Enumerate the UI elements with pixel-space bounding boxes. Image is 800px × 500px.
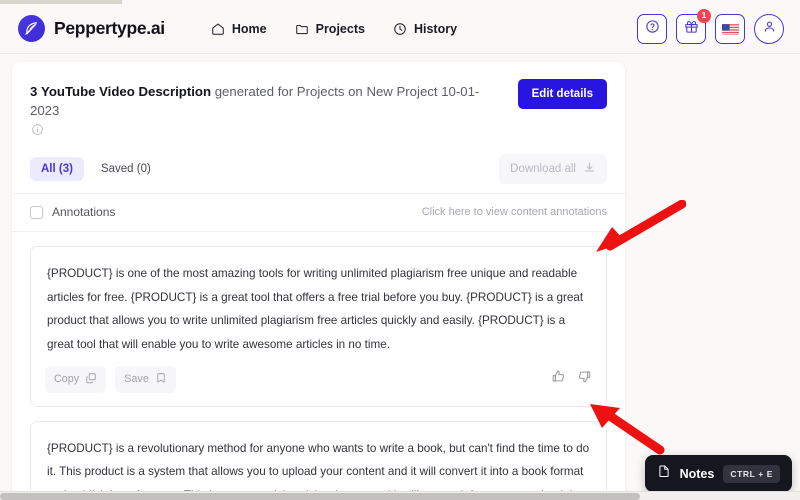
- generated-content-list: {PRODUCT} is one of the most amazing too…: [12, 232, 625, 500]
- tab-all[interactable]: All (3): [30, 157, 84, 182]
- nav-item-history[interactable]: History: [393, 22, 457, 36]
- content-type-label: YouTube Video Description: [41, 84, 212, 99]
- info-icon[interactable]: [31, 123, 607, 141]
- content-panel: 3 YouTube Video Description generated fo…: [12, 62, 625, 500]
- annotations-label: Annotations: [52, 205, 116, 220]
- rewards-gift-button[interactable]: 1: [676, 8, 711, 44]
- nav-item-projects[interactable]: Projects: [295, 22, 365, 36]
- tab-saved[interactable]: Saved (0): [90, 157, 162, 181]
- content-card[interactable]: {PRODUCT} is a revolutionary method for …: [30, 420, 607, 500]
- app-root: Peppertype.ai Home Projects History 1 3 …: [0, 0, 800, 500]
- nav-item-home[interactable]: Home: [211, 22, 267, 36]
- notes-widget-button[interactable]: Notes CTRL + E: [644, 455, 792, 492]
- home-icon: [211, 22, 225, 36]
- gift-icon: [684, 19, 699, 39]
- nav-item-home-label: Home: [231, 21, 267, 36]
- bookmark-icon: [155, 372, 167, 387]
- note-document-icon: [657, 464, 671, 483]
- nav-item-projects-label: Projects: [315, 21, 365, 36]
- content-card[interactable]: {PRODUCT} is one of the most amazing too…: [30, 246, 607, 407]
- save-button[interactable]: Save: [115, 365, 176, 393]
- help-circle-icon: [645, 19, 660, 39]
- title-row: 3 YouTube Video Description generated fo…: [30, 79, 607, 120]
- us-flag-icon: [721, 23, 739, 35]
- copy-button-label: Copy: [54, 373, 80, 386]
- main-navigation: Home Projects History: [211, 22, 457, 36]
- annotations-checkbox[interactable]: [30, 205, 43, 219]
- brand-logo[interactable]: Peppertype.ai: [18, 15, 165, 42]
- feather-logo-icon: [18, 15, 45, 42]
- copy-button[interactable]: Copy: [45, 365, 107, 393]
- panel-header: 3 YouTube Video Description generated fo…: [12, 62, 625, 141]
- content-card-actions: Copy Save: [31, 360, 606, 406]
- language-selector-button[interactable]: [715, 13, 745, 44]
- horizontal-scrollbar-thumb[interactable]: [0, 493, 640, 500]
- help-button[interactable]: [637, 13, 667, 44]
- header-actions: 1: [637, 8, 784, 44]
- copy-icon: [85, 372, 97, 387]
- gift-notification-badge: 1: [697, 8, 711, 23]
- nav-item-history-label: History: [413, 21, 458, 36]
- content-count: 3: [30, 84, 38, 99]
- user-avatar-icon: [762, 19, 777, 39]
- save-button-label: Save: [124, 373, 149, 386]
- page-title: 3 YouTube Video Description generated fo…: [30, 79, 500, 120]
- clock-icon: [393, 22, 407, 36]
- annotations-hint-link[interactable]: Click here to view content annotations: [422, 206, 607, 218]
- content-card-text: {PRODUCT} is one of the most amazing too…: [47, 267, 584, 351]
- thumbs-up-icon[interactable]: [551, 369, 566, 389]
- edit-details-button[interactable]: Edit details: [517, 79, 607, 109]
- content-card-text: {PRODUCT} is a revolutionary method for …: [47, 441, 590, 500]
- tabs-row: All (3) Saved (0) Download all: [12, 154, 625, 195]
- folder-icon: [295, 22, 309, 36]
- thumbs-down-icon[interactable]: [577, 369, 592, 389]
- horizontal-scrollbar[interactable]: [0, 491, 800, 500]
- download-all-label: Download all: [510, 163, 576, 176]
- notes-widget-label: Notes: [679, 466, 715, 481]
- annotations-row: Annotations Click here to view content a…: [12, 194, 625, 233]
- profile-avatar-button[interactable]: [754, 13, 784, 44]
- download-icon: [583, 161, 596, 177]
- download-all-button[interactable]: Download all: [499, 154, 607, 185]
- brand-name: Peppertype.ai: [54, 18, 165, 38]
- notes-shortcut-badge: CTRL + E: [723, 464, 780, 483]
- title-middle-text: generated for Projects on: [214, 84, 363, 99]
- vote-group: [551, 369, 592, 389]
- app-header: Peppertype.ai Home Projects History 1: [0, 4, 800, 54]
